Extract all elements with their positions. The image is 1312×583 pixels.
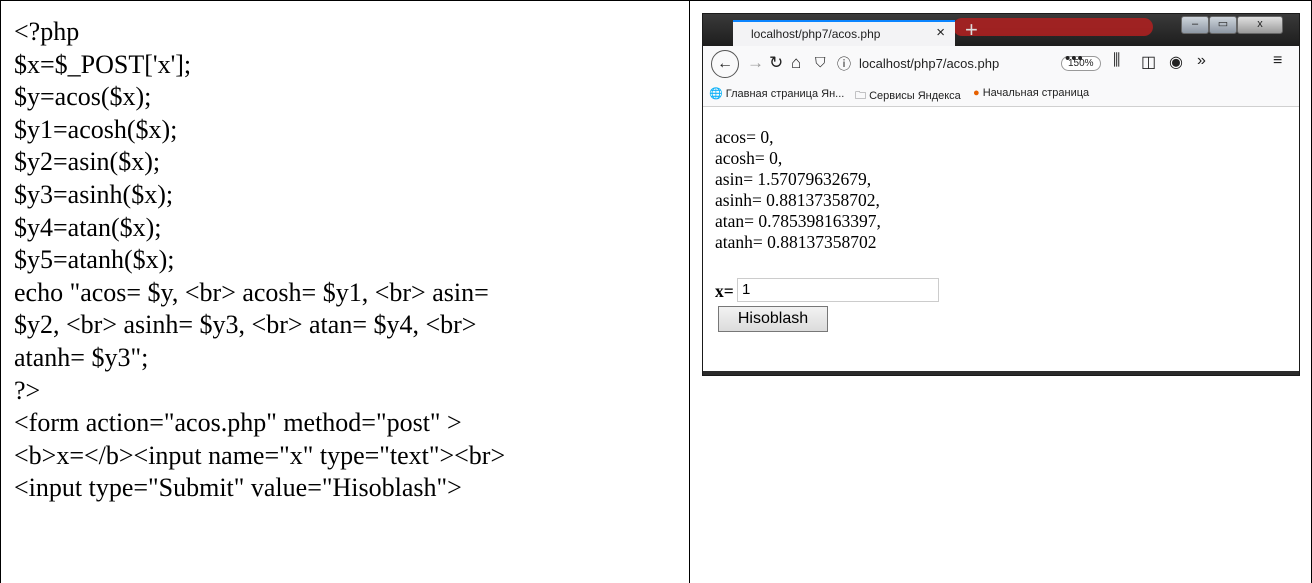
close-window-button[interactable]: x: [1237, 16, 1283, 34]
bookmark-item[interactable]: 🗀 Сервисы Яндекса: [855, 87, 961, 106]
code-line: $y3=asinh($x);: [14, 179, 174, 209]
code-line: $y5=atanh($x);: [14, 245, 175, 275]
code-line: <b>x=</b><input name="x" type="text"><br…: [14, 440, 506, 470]
close-icon[interactable]: ×: [936, 24, 945, 41]
globe-icon: 🌐: [709, 88, 723, 100]
page-actions-button[interactable]: •••: [1065, 50, 1084, 67]
code-line: $x=$_POST['x'];: [14, 49, 192, 79]
code-line: <input type="Submit" value="Hisoblash">: [14, 473, 462, 503]
forward-arrow-icon[interactable]: →: [747, 53, 764, 73]
code-line: $y2=asin($x);: [14, 147, 161, 177]
table-middle-border: [689, 0, 690, 583]
folder-icon: 🗀: [855, 90, 866, 102]
url-text[interactable]: localhost/php7/acos.php: [859, 56, 999, 71]
new-tab-button[interactable]: +: [965, 17, 978, 43]
minimize-button[interactable]: –: [1181, 16, 1209, 34]
bookmark-item[interactable]: 🌐 Главная страница Ян...: [709, 87, 844, 100]
bookmark-label: Начальная страница: [982, 87, 1090, 99]
firefox-icon: ●: [973, 87, 980, 99]
title-bar: localhost/php7/acos.php × + – ▭ x: [703, 14, 1299, 46]
bookmark-item[interactable]: ● Начальная страница: [973, 87, 1089, 99]
home-icon[interactable]: ⌂: [791, 53, 801, 73]
code-line: $y4=atan($x);: [14, 212, 162, 242]
code-line: echo "acos= $y, <br> acosh= $y1, <br> as…: [14, 277, 489, 307]
code-line: ?>: [14, 375, 41, 405]
background-decoration: [953, 18, 1153, 36]
tab-title: localhost/php7/acos.php: [751, 27, 881, 41]
code-line: $y2, <br> asinh= $y3, <br> atan= $y4, <b…: [14, 310, 477, 340]
info-icon[interactable]: ⓘ: [837, 54, 851, 74]
submit-button[interactable]: Hisoblash: [718, 306, 828, 332]
output-line: acos= 0,: [715, 127, 774, 147]
php-source-code: <?php $x=$_POST['x']; $y=acos($x); $y1=a…: [14, 16, 684, 505]
page-content: acos= 0, acosh= 0, asin= 1.57079632679, …: [703, 107, 1299, 371]
browser-window: localhost/php7/acos.php × + – ▭ x ← → ↻ …: [702, 13, 1300, 376]
code-line: $y=acos($x);: [14, 82, 152, 112]
back-arrow-icon[interactable]: ←: [711, 50, 739, 78]
sidebar-icon[interactable]: ◫: [1141, 52, 1156, 72]
reload-icon[interactable]: ↻: [769, 53, 783, 73]
menu-icon[interactable]: ≡: [1273, 52, 1282, 70]
output-line: asinh= 0.88137358702,: [715, 190, 880, 210]
output-line: atanh= 0.88137358702: [715, 232, 877, 252]
url-bar[interactable]: ⛉ ⓘ localhost/php7/acos.php 150%: [811, 51, 1101, 77]
output-line: acosh= 0,: [715, 148, 783, 168]
x-label: x=: [715, 281, 734, 301]
code-line: <?php: [14, 17, 80, 46]
output-line: atan= 0.785398163397,: [715, 211, 881, 231]
code-line: $y1=acosh($x);: [14, 114, 178, 144]
bookmarks-toolbar: 🌐 Главная страница Ян... 🗀 Сервисы Яндек…: [703, 82, 1299, 107]
maximize-button[interactable]: ▭: [1209, 16, 1237, 34]
table-top-border: [0, 0, 1312, 1]
library-icon[interactable]: ⫼: [1113, 52, 1120, 70]
bookmark-label: Главная страница Ян...: [725, 88, 845, 100]
output-line: asin= 1.57079632679,: [715, 169, 872, 189]
account-icon[interactable]: ◉: [1169, 52, 1183, 72]
table-left-border: [0, 0, 1, 583]
bookmark-label: Сервисы Яндекса: [869, 90, 961, 102]
x-input[interactable]: 1: [737, 278, 939, 302]
code-line: <form action="acos.php" method="post" >: [14, 408, 462, 438]
navigation-toolbar: ← → ↻ ⌂ ⛉ ⓘ localhost/php7/acos.php 150%…: [703, 46, 1299, 82]
tab-acos[interactable]: localhost/php7/acos.php ×: [733, 20, 955, 46]
overflow-chevron-icon[interactable]: »: [1197, 52, 1206, 70]
shield-icon[interactable]: ⛉: [815, 54, 826, 71]
code-line: atanh= $y3";: [14, 342, 149, 372]
